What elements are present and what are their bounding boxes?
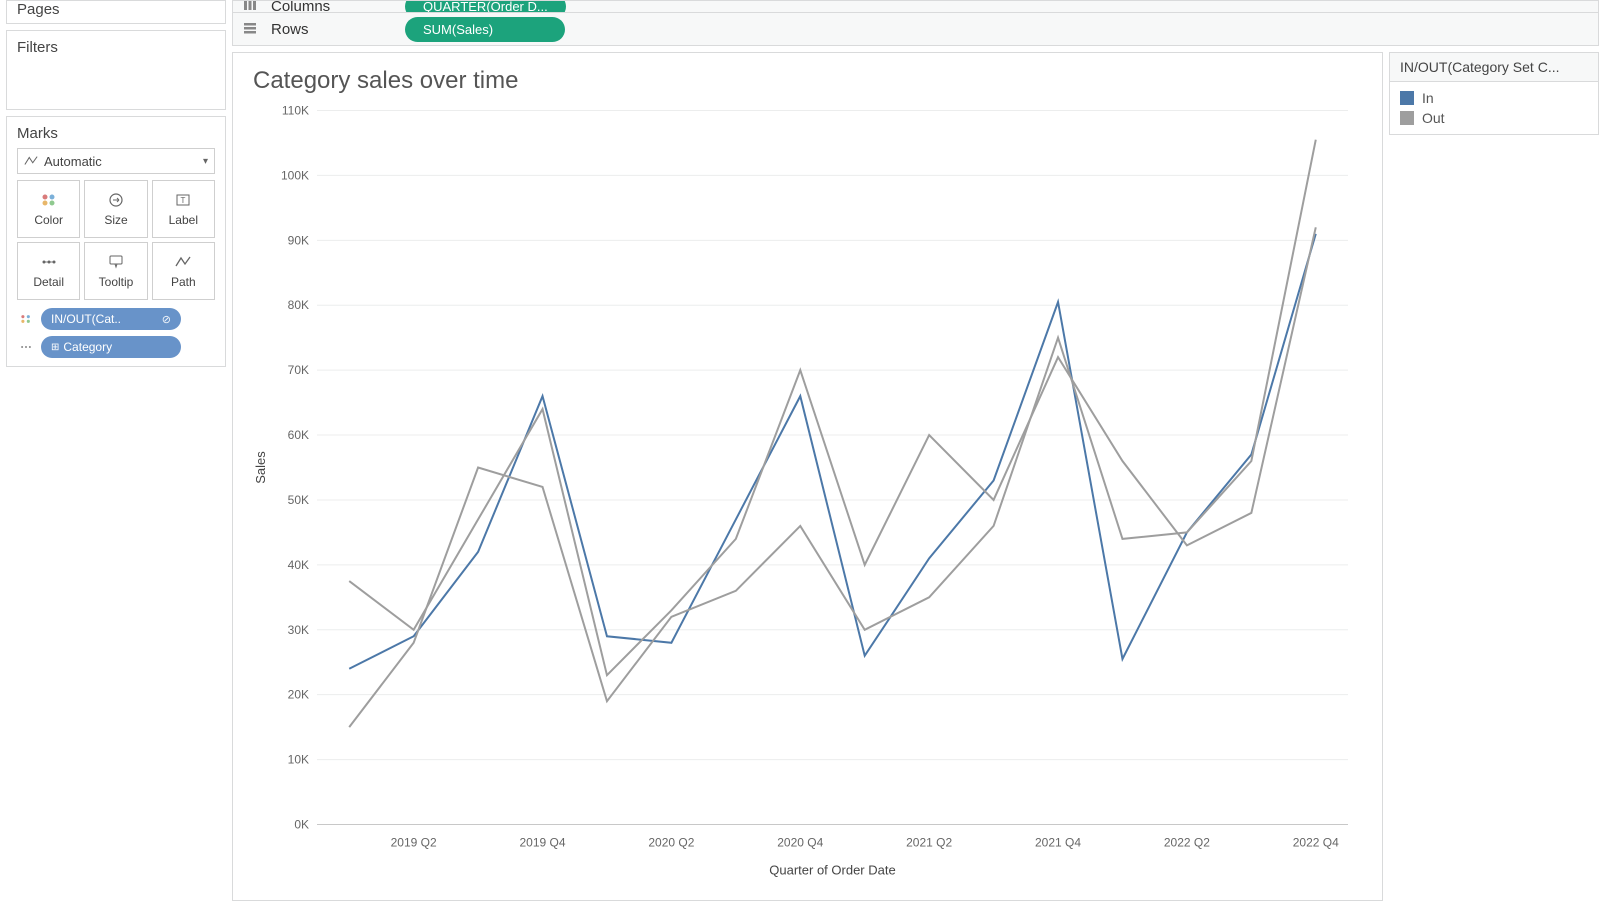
pill-category-label: Category [63,340,112,354]
svg-text:2021 Q4: 2021 Q4 [1035,836,1081,850]
detail-slot-icon [17,340,35,354]
columns-pill-label: QUARTER(Order D... [423,1,548,13]
chart-panel: Category sales over time 0K 10K 20K 30K 40K 5… [232,52,1383,901]
svg-text:80K: 80K [288,298,309,312]
svg-text:2022 Q2: 2022 Q2 [1164,836,1210,850]
left-sidebar: Pages Filters Marks Automatic ▾ [6,0,226,901]
line-icon [24,154,38,168]
columns-icon [243,1,257,13]
svg-text:2020 Q4: 2020 Q4 [777,836,823,850]
shelves: Columns QUARTER(Order D... Rows SUM(Sale… [232,0,1599,46]
marks-tooltip-button[interactable]: Tooltip [84,242,147,300]
legend-label-in: In [1422,90,1434,106]
legend-item-in[interactable]: In [1400,88,1588,108]
rows-shelf[interactable]: Rows SUM(Sales) [233,13,1598,45]
svg-text:2020 Q2: 2020 Q2 [648,836,694,850]
legend-swatch-out [1400,111,1414,125]
marks-detail-button[interactable]: Detail [17,242,80,300]
marks-label-button[interactable]: T Label [152,180,215,238]
svg-text:0K: 0K [294,818,309,832]
marks-color-label: Color [34,213,63,227]
svg-text:2022 Q4: 2022 Q4 [1293,836,1339,850]
svg-text:2019 Q2: 2019 Q2 [391,836,437,850]
svg-text:30K: 30K [288,623,309,637]
pill-inout-category[interactable]: IN/OUT(Cat.. ⊘ [41,308,181,330]
app-root: Pages Filters Marks Automatic ▾ [0,0,1605,904]
svg-text:60K: 60K [288,428,309,442]
label-icon: T [174,191,192,209]
marks-color-button[interactable]: Color [17,180,80,238]
columns-pill[interactable]: QUARTER(Order D... [405,1,566,13]
plus-icon: ⊞ [51,342,59,353]
filters-title: Filters [17,39,215,56]
legend-title[interactable]: IN/OUT(Category Set C... [1389,52,1599,82]
marks-title: Marks [17,125,215,142]
marks-detail-label: Detail [33,275,64,289]
svg-text:20K: 20K [288,688,309,702]
columns-label: Columns [271,1,391,13]
mark-type-dropdown[interactable]: Automatic ▾ [17,148,215,174]
columns-shelf[interactable]: Columns QUARTER(Order D... [233,1,1598,13]
svg-text:2019 Q4: 2019 Q4 [520,836,566,850]
color-slot-icon [17,312,35,326]
pill-category[interactable]: ⊞ Category [41,336,181,358]
mark-type-label: Automatic [44,154,102,169]
remove-pill-icon[interactable]: ⊘ [162,313,171,326]
marks-tooltip-label: Tooltip [99,275,134,289]
marks-field-detail[interactable]: ⊞ Category [17,336,215,358]
svg-text:2021 Q2: 2021 Q2 [906,836,952,850]
marks-panel: Marks Automatic ▾ Color [6,116,226,367]
pages-title: Pages [17,1,215,18]
marks-buttons: Color Size T Label [17,180,215,300]
pages-panel[interactable]: Pages [6,0,226,24]
pill-inout-label: IN/OUT(Cat.. [51,312,121,326]
svg-text:50K: 50K [288,493,309,507]
marks-field-color[interactable]: IN/OUT(Cat.. ⊘ [17,308,215,330]
svg-text:100K: 100K [281,168,309,182]
legend-body: In Out [1389,82,1599,135]
legend-label-out: Out [1422,110,1445,126]
rows-label: Rows [271,21,391,38]
legend-item-out[interactable]: Out [1400,108,1588,128]
marks-size-button[interactable]: Size [84,180,147,238]
svg-text:10K: 10K [288,753,309,767]
path-icon [174,253,192,271]
chart-body[interactable]: 0K 10K 20K 30K 40K 50K 60K 70K 80K 90K 100K 110K 201… [247,99,1368,886]
legend-panel: IN/OUT(Category Set C... In Out [1389,52,1599,135]
svg-text:110K: 110K [282,104,309,118]
size-icon [107,191,125,209]
rows-pill[interactable]: SUM(Sales) [405,17,565,42]
marks-label-label: Label [169,213,198,227]
marks-path-label: Path [171,275,196,289]
detail-icon [40,253,58,271]
chart-title[interactable]: Category sales over time [253,67,1368,95]
svg-text:40K: 40K [288,558,309,572]
rows-icon [243,22,257,37]
svg-text:90K: 90K [288,233,309,247]
chart-svg[interactable]: 0K 10K 20K 30K 40K 50K 60K 70K 80K 90K 100K 110K 201… [247,99,1368,886]
svg-text:Quarter of Order Date: Quarter of Order Date [769,863,895,878]
svg-text:T: T [181,196,186,205]
legend-swatch-in [1400,91,1414,105]
marks-path-button[interactable]: Path [152,242,215,300]
marks-size-label: Size [104,213,127,227]
filters-panel[interactable]: Filters [6,30,226,110]
svg-text:Sales: Sales [253,451,268,484]
tooltip-icon [107,253,125,271]
chevron-down-icon: ▾ [203,156,208,167]
rows-pill-label: SUM(Sales) [423,22,493,37]
color-icon [40,191,58,209]
marks-field-list: IN/OUT(Cat.. ⊘ ⊞ Category [17,308,215,358]
svg-text:70K: 70K [288,363,309,377]
